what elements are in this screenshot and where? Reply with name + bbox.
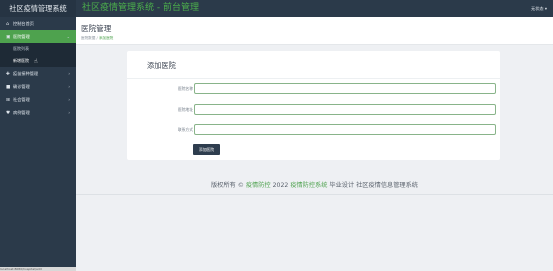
add-hospital-button[interactable]: 添加医院 xyxy=(193,144,220,155)
footer-link-epidemic[interactable]: 疫情防控 xyxy=(246,182,271,189)
sidebar-brand: 社区疫情管理系统 xyxy=(0,0,76,17)
hospital-contact-input[interactable] xyxy=(194,124,496,135)
sidebar-item-label: 病例管理 xyxy=(13,110,30,115)
sidebar-item-hospital[interactable]: ▣ 医院管理 ⌄ xyxy=(0,30,76,43)
breadcrumb-home[interactable]: 医院数据 xyxy=(81,36,95,40)
footer-divider xyxy=(76,194,553,195)
page-title: 医院管理 xyxy=(81,24,112,33)
add-hospital-form: 添加医院 医院名称 医院地址 联系方式 添加医院 xyxy=(127,51,500,160)
sidebar-item-diagnosis[interactable]: ■ 确诊管理 › xyxy=(0,80,76,93)
sidebar-item-label: 控制台首页 xyxy=(13,21,34,26)
sidebar-item-dashboard[interactable]: ⌂ 控制台首页 xyxy=(0,17,76,30)
chevron-down-icon: ⌄ xyxy=(66,34,70,39)
sidebar-item-label: 社会管理 xyxy=(13,97,30,102)
chevron-right-icon: › xyxy=(68,84,70,89)
sidebar-item-label: 确诊管理 xyxy=(13,84,30,89)
sidebar-item-label: 疫苗接种管理 xyxy=(13,71,39,76)
breadcrumb-separator: / xyxy=(96,36,98,40)
footer-suffix: 毕业设计 社区疫情信息管理系统 xyxy=(329,182,418,189)
sidebar: 社区疫情管理系统 ⌂ 控制台首页 ▣ 医院管理 ⌄ 医院列表 新增医院 ✚ 疫苗接种管… xyxy=(0,0,76,271)
breadcrumb: 医院数据 / 添加医院 xyxy=(81,36,113,41)
form-divider xyxy=(127,78,500,79)
chevron-right-icon: › xyxy=(68,71,70,76)
heart-icon: ♥ xyxy=(6,111,11,116)
sidebar-subitem-add-hospital[interactable]: 新增医院 xyxy=(0,55,76,67)
form-title: 添加医院 xyxy=(147,61,176,70)
user-menu[interactable]: 无状态 ▾ xyxy=(531,0,547,17)
hospital-name-label: 医院名称 xyxy=(177,86,193,91)
footer-copyright: 版权所有 © xyxy=(211,182,244,189)
sidebar-item-vaccination[interactable]: ✚ 疫苗接种管理 › xyxy=(0,67,76,80)
topbar: 社区疫情管理系统 - 前台管理 无状态 ▾ xyxy=(76,0,553,17)
footer-link-system[interactable]: 疫情防控系统 xyxy=(290,182,327,189)
hospital-address-input[interactable] xyxy=(194,104,496,115)
sidebar-submenu: 医院列表 新增医院 xyxy=(0,43,76,67)
hospital-icon: ▣ xyxy=(6,35,11,40)
breadcrumb-current: 添加医院 xyxy=(98,36,114,40)
page-footer: 版权所有 © 疫情防控 2022 疫情防控系统 毕业设计 社区疫情信息管理系统 xyxy=(76,180,553,189)
status-bar-url: localhost:8080/hospital/add xyxy=(0,267,76,271)
chevron-right-icon: › xyxy=(68,97,70,102)
page-header: 医院管理 医院数据 / 添加医院 xyxy=(76,17,553,45)
hand-cursor-icon: ☝ xyxy=(34,58,38,65)
sidebar-subitem-hospital-list[interactable]: 医院列表 xyxy=(0,43,76,55)
sidebar-item-cases[interactable]: ♥ 病例管理 › xyxy=(0,106,76,119)
hospital-contact-label: 联系方式 xyxy=(177,127,193,132)
hospital-address-label: 医院地址 xyxy=(177,107,193,112)
app-title: 社区疫情管理系统 - 前台管理 xyxy=(82,3,199,13)
hospital-name-input[interactable] xyxy=(194,83,496,94)
chevron-right-icon: › xyxy=(68,110,70,115)
footer-year: 2022 xyxy=(272,182,289,189)
sidebar-item-label: 医院管理 xyxy=(13,34,30,39)
sidebar-item-community[interactable]: ⊞ 社会管理 › xyxy=(0,93,76,106)
